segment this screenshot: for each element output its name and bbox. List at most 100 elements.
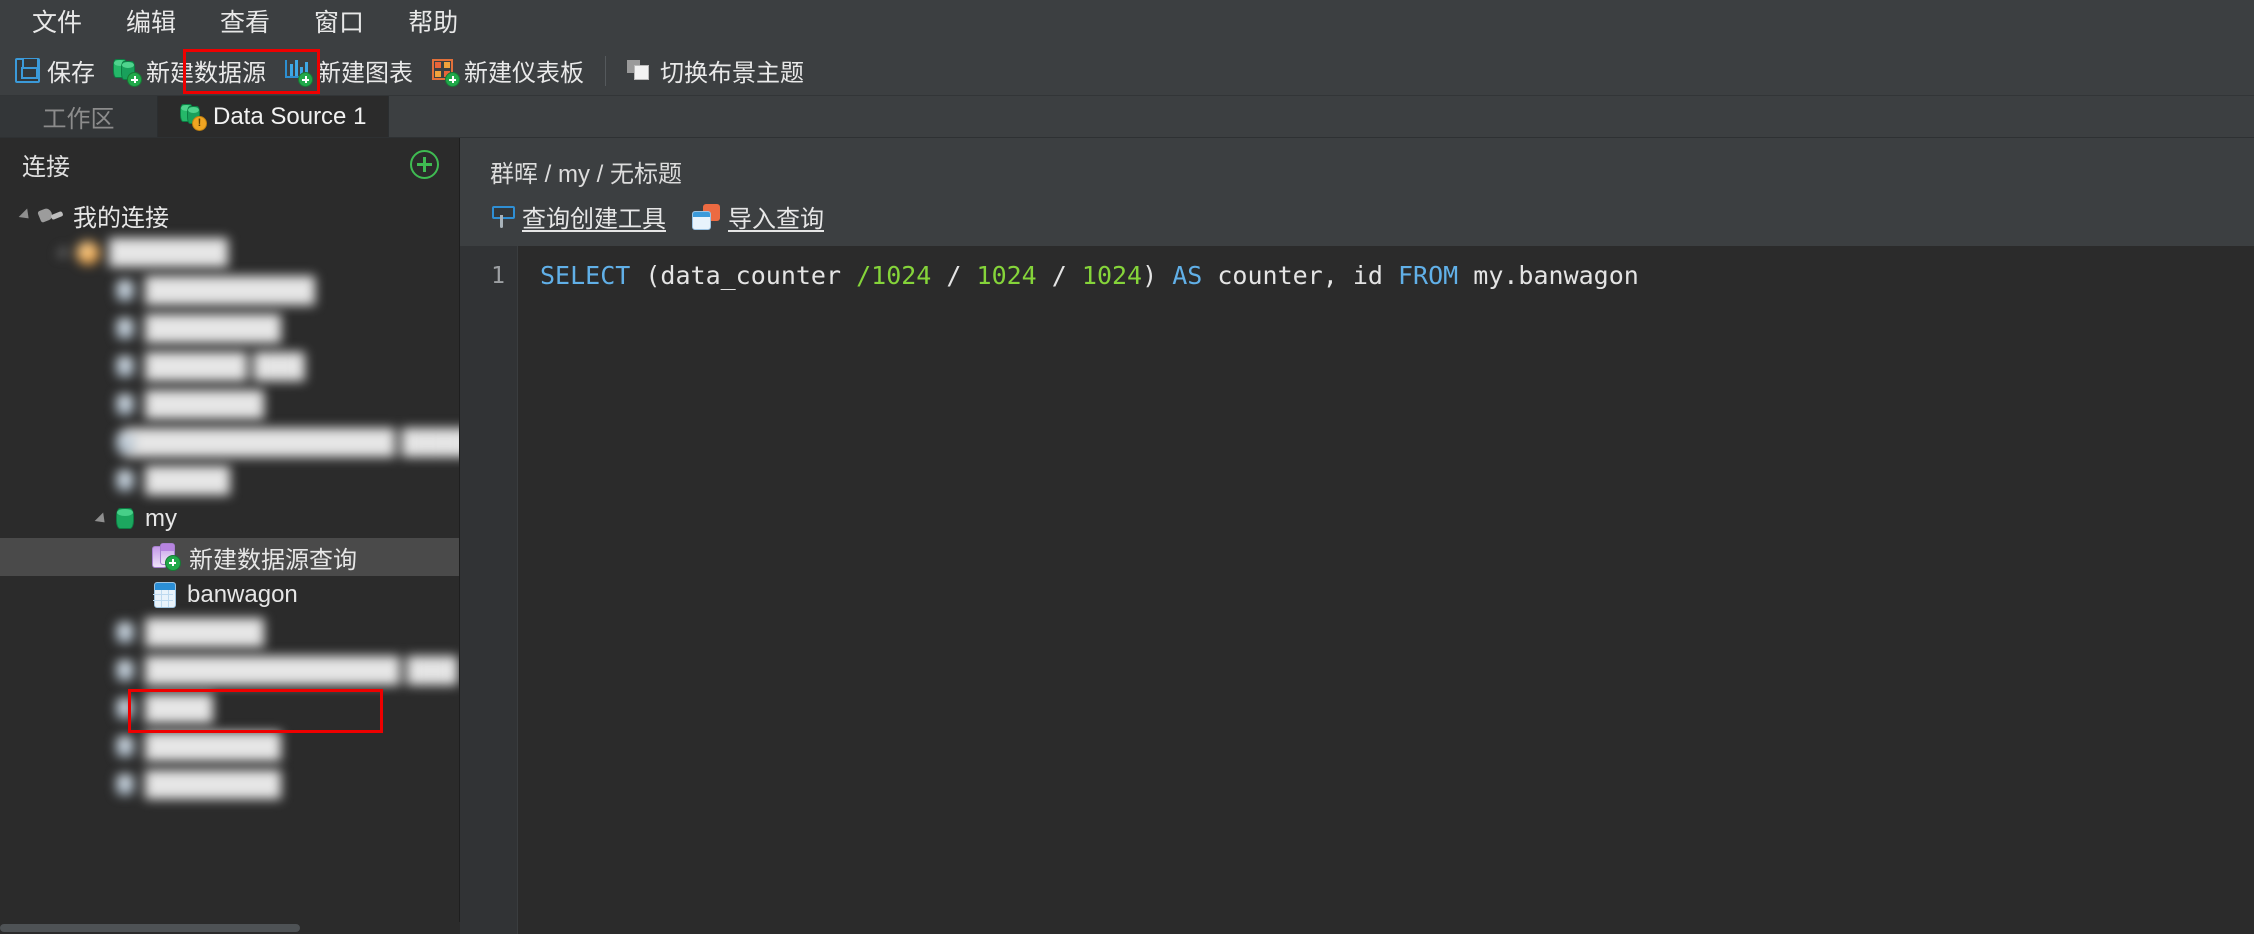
new-datasource-button-label: 新建数据源 — [146, 60, 266, 87]
menu-help[interactable]: 帮助 — [386, 7, 480, 40]
save-button-label: 保存 — [47, 60, 95, 87]
toolbar-divider — [605, 55, 606, 86]
tree-item-label: ██████████ — [145, 277, 316, 304]
tree-item-label: ███████ — [145, 619, 265, 646]
body-split: 连接 我的连接 ███████ ██████████ ████████ ██████ █… — [0, 138, 2254, 934]
tree-item-database[interactable]: ████████████████ ████ — [0, 424, 459, 462]
breadcrumb-bar: 群晖 / my / 无标题 — [460, 138, 2254, 189]
query-builder-label: 查询创建工具 — [522, 206, 666, 233]
tree-item-my-connection[interactable]: 我的连接 — [0, 196, 459, 234]
sql-token-text: counter, id — [1202, 261, 1398, 290]
funnel-icon — [490, 204, 515, 230]
new-datasource-button[interactable]: 新建数据源 — [104, 50, 275, 92]
tree-item-database[interactable]: ████████ — [0, 728, 459, 766]
sql-token-text: / — [931, 261, 977, 290]
theme-windows-icon — [627, 59, 653, 83]
tree-item-database[interactable]: ███████ — [0, 386, 459, 424]
tree-item-database[interactable]: █████ — [0, 462, 459, 500]
menu-edit[interactable]: 编辑 — [104, 7, 198, 40]
tree-item-database[interactable]: ███████████████ ███ — [0, 652, 459, 690]
query-builder-button[interactable]: 查询创建工具 — [490, 199, 666, 234]
chevron-down-icon[interactable] — [52, 246, 76, 261]
switch-theme-button[interactable]: 切换布景主题 — [618, 50, 813, 92]
plug-icon — [38, 205, 64, 225]
tree-item-database[interactable]: ██████ ███ — [0, 348, 459, 386]
database-icon — [114, 355, 136, 379]
connection-tree[interactable]: 我的连接 ███████ ██████████ ████████ ██████ ███ █… — [0, 190, 459, 934]
sql-token-number: 1024 — [976, 261, 1037, 290]
query-tools-bar: 查询创建工具 导入查询 — [460, 189, 2254, 246]
breadcrumb: 群晖 / my / 无标题 — [490, 161, 682, 188]
database-icon — [114, 697, 136, 721]
sidebar-header: 连接 — [0, 138, 459, 190]
editor-gutter: 1 — [460, 246, 518, 934]
tree-item-database[interactable]: ███████ — [0, 614, 459, 652]
menu-view[interactable]: 查看 — [198, 7, 292, 40]
database-icon — [114, 279, 136, 303]
tree-item-label: 我的连接 — [73, 204, 169, 232]
menu-window[interactable]: 窗口 — [292, 7, 386, 40]
database-icon — [114, 773, 136, 797]
tree-item-label: ████████████████ ████ — [123, 429, 459, 456]
database-icon — [114, 735, 136, 759]
tree-item-label: ████████ — [145, 315, 282, 342]
new-query-icon — [152, 543, 181, 571]
menu-file[interactable]: 文件 — [10, 7, 104, 40]
tree-item-label: ██████ ███ — [145, 353, 305, 380]
tab-data-source-1[interactable]: ! Data Source 1 — [158, 96, 390, 137]
main-panel: 群晖 / my / 无标题 查询创建工具 导入查询 1 SELECT (data… — [460, 138, 2254, 934]
floppy-disk-icon — [15, 58, 40, 83]
database-add-icon — [113, 58, 142, 87]
save-button[interactable]: 保存 — [6, 50, 104, 92]
sql-token-keyword: SELECT — [540, 261, 631, 290]
tab-bar-filler — [389, 96, 2254, 137]
tree-item-label: 新建数据源查询 — [189, 546, 357, 574]
tree-item-label: █████ — [145, 467, 231, 494]
new-chart-button[interactable]: 新建图表 — [275, 50, 422, 92]
table-icon — [152, 581, 178, 609]
bar-chart-add-icon — [284, 58, 313, 87]
tree-item-database[interactable]: ████ — [0, 690, 459, 728]
tree-item-label: ███████ — [145, 391, 265, 418]
tree-item-new-datasource-query[interactable]: 新建数据源查询 — [0, 538, 459, 576]
switch-theme-button-label: 切换布景主题 — [660, 60, 804, 87]
warning-badge: ! — [192, 116, 207, 131]
tree-item-label: banwagon — [187, 581, 298, 608]
tree-item-database[interactable]: ████████ — [0, 310, 459, 348]
connections-sidebar: 连接 我的连接 ███████ ██████████ ████████ ██████ █… — [0, 138, 460, 934]
new-chart-button-label: 新建图表 — [317, 60, 413, 87]
tree-item-database-my[interactable]: my — [0, 500, 459, 538]
tree-item-database[interactable]: ██████████ — [0, 272, 459, 310]
sql-token-keyword: AS — [1172, 261, 1203, 290]
database-icon — [114, 621, 136, 645]
sidebar-horizontal-scrollbar[interactable] — [0, 922, 460, 934]
database-icon — [114, 317, 136, 341]
tree-item-server[interactable]: ███████ — [0, 234, 459, 272]
tab-workspace[interactable]: 工作区 — [0, 96, 158, 137]
tree-item-label: ███████ — [109, 239, 229, 266]
sql-token-number: 1024 — [1081, 261, 1143, 290]
chevron-down-icon[interactable] — [90, 512, 114, 527]
sql-code-line[interactable]: SELECT (data_counter /1024 / 1024 / 1024… — [518, 246, 2254, 934]
plus-circle-icon[interactable] — [410, 149, 439, 179]
tree-item-label: ███████████████ ███ — [145, 657, 458, 684]
chevron-down-icon[interactable] — [14, 208, 38, 223]
tree-item-database[interactable]: ████████ — [0, 766, 459, 804]
import-query-button[interactable]: 导入查询 — [692, 199, 824, 234]
tab-data-source-1-label: Data Source 1 — [213, 102, 367, 130]
sql-token-text: (data_counter — [630, 261, 857, 290]
dashboard-add-icon — [431, 58, 460, 87]
new-dashboard-button[interactable]: 新建仪表板 — [422, 50, 593, 92]
import-table-icon — [692, 203, 720, 230]
tree-item-label: my — [145, 505, 177, 532]
menu-bar: 文件 编辑 查看 窗口 帮助 — [0, 0, 2254, 46]
tab-workspace-label: 工作区 — [42, 106, 115, 133]
toolbar: 保存 新建数据源 新建图表 新建仪表板 切换布景主题 — [0, 46, 2254, 96]
database-icon — [114, 469, 136, 493]
sql-editor[interactable]: 1 SELECT (data_counter /1024 / 1024 / 10… — [460, 246, 2254, 934]
sql-token-number: /1024 — [856, 261, 932, 290]
sql-token-text: my.banwagon — [1458, 261, 1639, 290]
new-dashboard-button-label: 新建仪表板 — [464, 60, 584, 87]
database-warning-icon: ! — [180, 104, 207, 131]
tree-item-table-banwagon[interactable]: banwagon — [0, 576, 459, 614]
